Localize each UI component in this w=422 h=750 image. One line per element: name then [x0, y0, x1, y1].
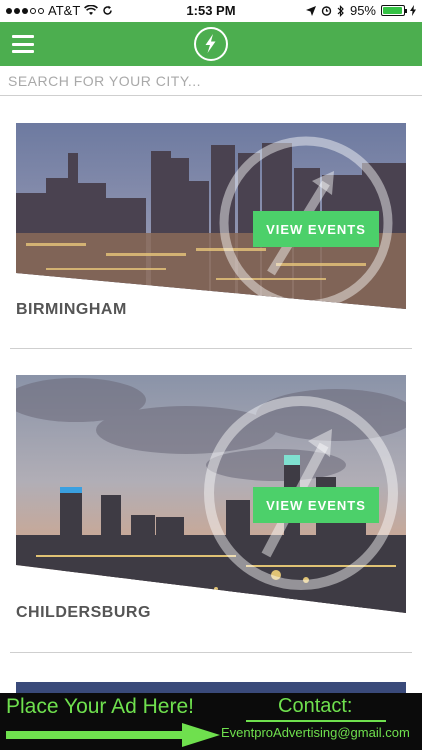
card-divider	[10, 652, 412, 653]
view-events-button-childersburg[interactable]: VIEW EVENTS	[253, 487, 379, 523]
app-bar	[0, 22, 422, 66]
city-photo-partial[interactable]	[16, 682, 406, 693]
hamburger-menu-icon[interactable]	[12, 35, 34, 53]
ad-contact-email[interactable]: EventproAdvertising@gmail.com	[221, 725, 410, 740]
location-arrow-icon	[305, 5, 316, 16]
arrow-right-icon	[6, 723, 220, 747]
alarm-icon	[321, 6, 332, 16]
battery-fill	[383, 7, 402, 14]
battery-icon	[381, 5, 407, 16]
bluetooth-icon	[337, 4, 344, 17]
city-card-partial[interactable]	[0, 654, 422, 693]
view-events-button-birmingham[interactable]: VIEW EVENTS	[253, 211, 379, 247]
city-card-birmingham[interactable]: VIEW EVENTS BIRMINGHAM	[0, 97, 422, 349]
ad-contact-title: Contact:	[278, 695, 353, 717]
lightning-bolt-icon[interactable]	[194, 27, 228, 61]
city-card-childersburg[interactable]: VIEW EVENTS CHILDERSBURG	[0, 349, 422, 654]
search-bar	[0, 66, 422, 96]
ad-headline: Place Your Ad Here!	[6, 695, 194, 718]
status-right: 95%	[305, 3, 416, 18]
status-bar: AT&T 1:53 PM 95%	[0, 0, 422, 22]
ad-divider	[246, 720, 386, 722]
charging-bolt-icon	[410, 5, 416, 16]
ad-banner[interactable]: Place Your Ad Here! Contact: EventproAdv…	[0, 693, 422, 750]
city-name-childersburg: CHILDERSBURG	[16, 604, 151, 621]
city-feed[interactable]: VIEW EVENTS BIRMINGHAM VIEW EVENTS CHILD…	[0, 97, 422, 693]
battery-percent: 95%	[349, 3, 376, 18]
city-name-birmingham: BIRMINGHAM	[16, 301, 127, 318]
search-input[interactable]	[0, 66, 422, 95]
